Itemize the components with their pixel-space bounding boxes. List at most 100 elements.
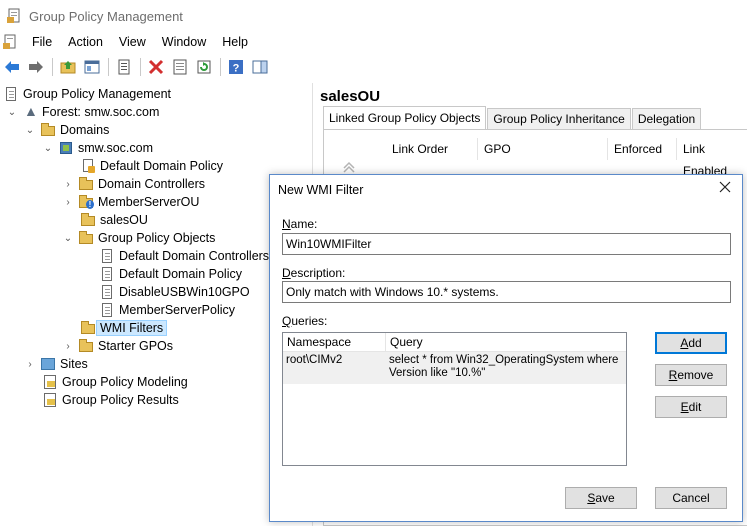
tree-item-label: Group Policy Objects	[98, 231, 216, 245]
tree-item-gpo[interactable]: DisableUSBWin10GPO	[99, 283, 250, 301]
menu-bar: File Action View Window Help	[0, 32, 747, 52]
menu-window[interactable]: Window	[154, 32, 214, 52]
gpo-document-icon	[99, 284, 115, 300]
tree-item-salesou[interactable]: salesOU	[80, 211, 148, 229]
tree-item-sites[interactable]: › Sites	[24, 355, 88, 373]
save-button[interactable]: Save	[565, 487, 637, 509]
column-header-link-enabled[interactable]: Link Enabled	[677, 138, 747, 178]
expand-chevron-icon[interactable]: ›	[62, 175, 74, 193]
action-pane-icon[interactable]	[250, 57, 270, 77]
menu-action[interactable]: Action	[60, 32, 111, 52]
expand-chevron-icon[interactable]: ›	[62, 337, 74, 355]
tree-item-gpo[interactable]: Default Domain Policy	[99, 265, 242, 283]
links-table-header: Link Order GPO Enforced Link Enabled	[386, 138, 747, 178]
tree-item-gp-modeling[interactable]: Group Policy Modeling	[42, 373, 188, 391]
cancel-button[interactable]: Cancel	[655, 487, 727, 509]
tree-item-label: Domains	[60, 123, 110, 137]
results-icon	[42, 392, 58, 408]
modeling-icon	[42, 374, 58, 390]
tree-item-label: MemberServerOU	[98, 195, 200, 209]
description-label: Description:	[282, 266, 346, 280]
query-row[interactable]: root\CIMv2 select * from Win32_Operating…	[283, 352, 626, 384]
tree-item-label: DisableUSBWin10GPO	[119, 285, 250, 299]
add-button[interactable]: Add	[655, 332, 727, 354]
new-wmi-filter-dialog: New WMI Filter Name: Description: Querie…	[269, 174, 743, 522]
tree-item-label: Group Policy Results	[62, 393, 179, 407]
refresh-icon[interactable]	[194, 57, 214, 77]
expand-chevron-icon[interactable]: ›	[24, 355, 36, 373]
expand-chevron-icon[interactable]: ›	[62, 193, 74, 211]
name-field[interactable]	[282, 233, 731, 255]
gpo-document-icon	[99, 248, 115, 264]
queries-list[interactable]: Namespace Query root\CIMv2 select * from…	[282, 332, 627, 466]
column-header-enforced[interactable]: Enforced	[608, 138, 677, 160]
tab-linked-gpos[interactable]: Linked Group Policy Objects	[323, 106, 487, 129]
tree-item-group-policy-objects[interactable]: ⌄ Group Policy Objects	[62, 229, 215, 247]
group-policy-management-icon	[3, 86, 19, 102]
domain-icon	[58, 140, 74, 156]
toolbar-separator	[140, 58, 141, 76]
tree-item-gpo[interactable]: Default Domain Controllers P	[99, 247, 281, 265]
tree-item-label: Starter GPOs	[98, 339, 174, 353]
menu-file[interactable]: File	[24, 32, 60, 52]
edit-button[interactable]: Edit	[655, 396, 727, 418]
collapse-chevron-icon[interactable]: ⌄	[24, 121, 36, 139]
tree-item-domains[interactable]: ⌄ Domains	[24, 121, 109, 139]
tree-item-label: Default Domain Controllers P	[119, 249, 281, 263]
ou-folder-icon	[78, 176, 94, 192]
tree-item-default-domain-policy-link[interactable]: Default Domain Policy	[80, 157, 223, 175]
help-icon[interactable]: ?	[226, 57, 246, 77]
tree-item-wmi-filters[interactable]: WMI Filters	[80, 319, 168, 337]
export-list-icon[interactable]	[170, 57, 190, 77]
system-menu-icon[interactable]	[2, 34, 18, 50]
starter-gpo-folder-icon	[78, 338, 94, 354]
domains-folder-icon	[40, 122, 56, 138]
tab-gp-inheritance[interactable]: Group Policy Inheritance	[487, 108, 631, 129]
tree-item-label: Group Policy Modeling	[62, 375, 188, 389]
queries-list-header: Namespace Query	[283, 333, 626, 352]
tree-item-gpo[interactable]: MemberServerPolicy	[99, 301, 235, 319]
tree-item-label: Sites	[60, 357, 88, 371]
collapse-chevron-icon[interactable]: ⌄	[62, 229, 74, 247]
tree-item-domain-smw[interactable]: ⌄ smw.soc.com	[42, 139, 153, 157]
menu-help[interactable]: Help	[214, 32, 256, 52]
tree-item-gpm-root[interactable]: Group Policy Management	[3, 85, 171, 103]
column-header-link-order[interactable]: Link Order	[386, 138, 478, 160]
tree-item-label: Default Domain Policy	[119, 267, 242, 281]
delete-icon[interactable]	[146, 57, 166, 77]
show-hide-tree-icon[interactable]	[82, 57, 102, 77]
dialog-titlebar: New WMI Filter	[270, 175, 742, 205]
forward-icon[interactable]	[26, 57, 46, 77]
column-header-query[interactable]: Query	[386, 333, 626, 352]
tree-item-starter-gpos[interactable]: › Starter GPOs	[62, 337, 173, 355]
up-folder-icon[interactable]	[58, 57, 78, 77]
remove-button[interactable]: Remove	[655, 364, 727, 386]
toolbar-separator	[52, 58, 53, 76]
column-header-gpo[interactable]: GPO	[478, 138, 608, 160]
ou-folder-icon	[80, 212, 96, 228]
tree-item-memberserverou[interactable]: › MemberServerOU	[62, 193, 199, 211]
sites-icon	[40, 356, 56, 372]
name-label: Name:	[282, 217, 318, 231]
gpo-link-icon	[80, 158, 96, 174]
close-icon[interactable]	[717, 181, 733, 197]
back-icon[interactable]	[2, 57, 22, 77]
tree-item-gp-results[interactable]: Group Policy Results	[42, 391, 179, 409]
column-header-namespace[interactable]: Namespace	[283, 333, 386, 352]
properties-icon[interactable]	[114, 57, 134, 77]
tree-item-domain-controllers[interactable]: › Domain Controllers	[62, 175, 205, 193]
tree-item-forest[interactable]: ⌄ Forest: smw.soc.com	[6, 103, 160, 121]
group-policy-app-icon	[6, 8, 22, 24]
dialog-title: New WMI Filter	[278, 183, 364, 197]
menu-view[interactable]: View	[111, 32, 154, 52]
toolbar: ?	[0, 54, 747, 80]
toolbar-separator	[108, 58, 109, 76]
window-title: Group Policy Management	[29, 8, 183, 24]
tab-delegation[interactable]: Delegation	[631, 108, 702, 129]
collapse-chevron-icon[interactable]: ⌄	[6, 103, 18, 121]
tree-item-label: Forest: smw.soc.com	[42, 105, 160, 119]
gpo-document-icon	[99, 302, 115, 318]
description-field[interactable]	[282, 281, 731, 303]
collapse-chevron-icon[interactable]: ⌄	[42, 139, 54, 157]
svg-text:?: ?	[233, 63, 240, 75]
